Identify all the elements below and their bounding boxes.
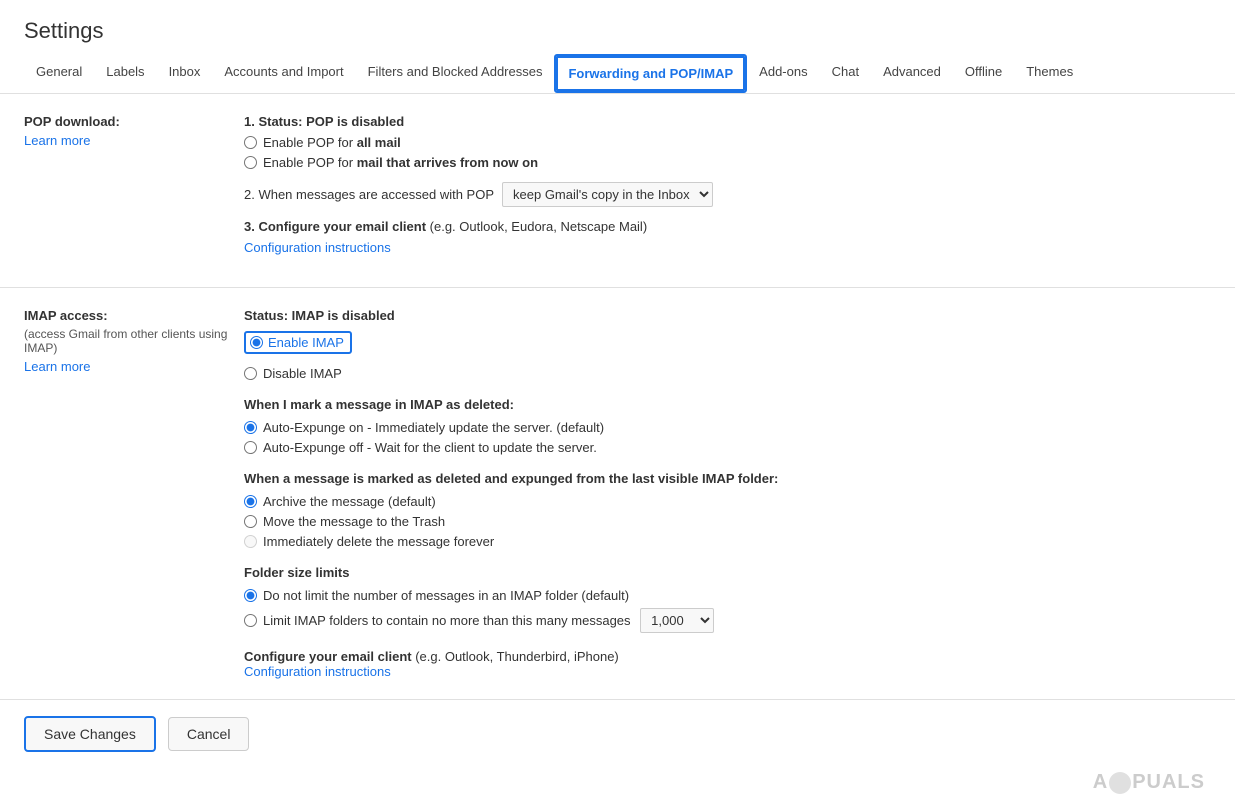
tab-advanced[interactable]: Advanced [871, 54, 953, 93]
imap-archive-label: Archive the message (default) [263, 494, 436, 509]
pop-enable-from-now-option[interactable]: Enable POP for mail that arrives from no… [244, 155, 1211, 170]
imap-auto-expunge-on-option[interactable]: Auto-Expunge on - Immediately update the… [244, 420, 1211, 435]
watermark: APUALS [1093, 771, 1205, 794]
pop-configure-label: 3. Configure your email client (e.g. Out… [244, 219, 1211, 234]
imap-label-sub: (access Gmail from other clients using I… [24, 327, 244, 355]
imap-auto-expunge-off-label: Auto-Expunge off - Wait for the client t… [263, 440, 597, 455]
imap-archive-option[interactable]: Archive the message (default) [244, 494, 1211, 509]
imap-label-col: IMAP access: (access Gmail from other cl… [24, 308, 244, 679]
pop-download-section: POP download: Learn more 1. Status: POP … [0, 94, 1235, 288]
settings-nav: General Labels Inbox Accounts and Import… [0, 54, 1235, 94]
imap-trash-radio[interactable] [244, 515, 257, 528]
imap-enable-label: Enable IMAP [268, 335, 344, 350]
imap-trash-label: Move the message to the Trash [263, 514, 445, 529]
imap-configure-label: Configure your email client (e.g. Outloo… [244, 649, 1211, 664]
imap-when-expunged-section: When a message is marked as deleted and … [244, 471, 1211, 549]
tab-forwarding[interactable]: Forwarding and POP/IMAP [554, 54, 747, 93]
tab-addons[interactable]: Add-ons [747, 54, 819, 93]
pop-enable-all-label: Enable POP for all mail [263, 135, 401, 150]
pop-status-label: 1. Status: POP is disabled [244, 114, 1211, 129]
pop-when-accessed-item: 2. When messages are accessed with POP k… [244, 182, 1211, 207]
imap-folder-size-header: Folder size limits [244, 565, 1211, 580]
pop-status-item: 1. Status: POP is disabled Enable POP fo… [244, 114, 1211, 170]
imap-limit-option[interactable]: Limit IMAP folders to contain no more th… [244, 608, 1211, 633]
imap-no-limit-option[interactable]: Do not limit the number of messages in a… [244, 588, 1211, 603]
settings-content: POP download: Learn more 1. Status: POP … [0, 94, 1235, 768]
pop-config-instructions-link[interactable]: Configuration instructions [244, 240, 391, 255]
pop-when-accessed-row: 2. When messages are accessed with POP k… [244, 182, 1211, 207]
imap-auto-expunge-off-radio[interactable] [244, 441, 257, 454]
tab-labels[interactable]: Labels [94, 54, 156, 93]
imap-configure-section: Configure your email client (e.g. Outloo… [244, 649, 1211, 679]
pop-enable-from-now-radio[interactable] [244, 156, 257, 169]
page-title: Settings [0, 0, 1235, 54]
imap-disable-option[interactable]: Disable IMAP [244, 366, 1211, 381]
tab-inbox[interactable]: Inbox [157, 54, 213, 93]
imap-when-deleted-header: When I mark a message in IMAP as deleted… [244, 397, 1211, 412]
imap-delete-forever-label: Immediately delete the message forever [263, 534, 494, 549]
pop-label-title: POP download: [24, 114, 244, 129]
imap-enable-radio[interactable] [250, 336, 263, 349]
tab-themes[interactable]: Themes [1014, 54, 1085, 93]
imap-delete-forever-radio[interactable] [244, 535, 257, 548]
imap-content: Status: IMAP is disabled Enable IMAP Dis… [244, 308, 1211, 679]
pop-enable-all-radio[interactable] [244, 136, 257, 149]
imap-delete-forever-option[interactable]: Immediately delete the message forever [244, 534, 1211, 549]
tab-chat[interactable]: Chat [820, 54, 871, 93]
pop-learn-more[interactable]: Learn more [24, 133, 90, 148]
imap-learn-more[interactable]: Learn more [24, 359, 90, 374]
tab-offline[interactable]: Offline [953, 54, 1014, 93]
pop-content: 1. Status: POP is disabled Enable POP fo… [244, 114, 1211, 267]
cancel-button[interactable]: Cancel [168, 717, 250, 751]
pop-when-accessed-select[interactable]: keep Gmail's copy in the Inbox archive G… [502, 182, 713, 207]
imap-status-label: Status: IMAP is disabled [244, 308, 1211, 323]
pop-enable-all-option[interactable]: Enable POP for all mail [244, 135, 1211, 150]
imap-folder-size-section: Folder size limits Do not limit the numb… [244, 565, 1211, 633]
pop-configure-item: 3. Configure your email client (e.g. Out… [244, 219, 1211, 255]
imap-archive-radio[interactable] [244, 495, 257, 508]
tab-filters[interactable]: Filters and Blocked Addresses [356, 54, 555, 93]
imap-limit-select[interactable]: 1,000 2,000 5,000 10,000 [640, 608, 714, 633]
imap-auto-expunge-off-option[interactable]: Auto-Expunge off - Wait for the client t… [244, 440, 1211, 455]
imap-when-deleted-section: When I mark a message in IMAP as deleted… [244, 397, 1211, 455]
imap-auto-expunge-on-label: Auto-Expunge on - Immediately update the… [263, 420, 604, 435]
imap-auto-expunge-on-radio[interactable] [244, 421, 257, 434]
imap-trash-option[interactable]: Move the message to the Trash [244, 514, 1211, 529]
imap-label-title: IMAP access: [24, 308, 244, 323]
imap-no-limit-label: Do not limit the number of messages in a… [263, 588, 629, 603]
imap-config-instructions-link[interactable]: Configuration instructions [244, 664, 391, 679]
tab-general[interactable]: General [24, 54, 94, 93]
imap-section: IMAP access: (access Gmail from other cl… [0, 288, 1235, 700]
imap-no-limit-radio[interactable] [244, 589, 257, 602]
imap-disable-label: Disable IMAP [263, 366, 342, 381]
pop-label-col: POP download: Learn more [24, 114, 244, 267]
imap-disable-radio[interactable] [244, 367, 257, 380]
imap-when-expunged-header: When a message is marked as deleted and … [244, 471, 1211, 486]
imap-enable-option[interactable]: Enable IMAP [244, 331, 352, 354]
pop-when-accessed-label: 2. When messages are accessed with POP [244, 187, 494, 202]
footer-bar: Save Changes Cancel [0, 700, 1235, 768]
tab-accounts-import[interactable]: Accounts and Import [212, 54, 355, 93]
pop-enable-from-now-label: Enable POP for mail that arrives from no… [263, 155, 538, 170]
save-changes-button[interactable]: Save Changes [24, 716, 156, 752]
imap-enable-option-wrapper: Enable IMAP [244, 331, 1211, 358]
imap-limit-label: Limit IMAP folders to contain no more th… [263, 608, 714, 633]
imap-limit-radio[interactable] [244, 614, 257, 627]
